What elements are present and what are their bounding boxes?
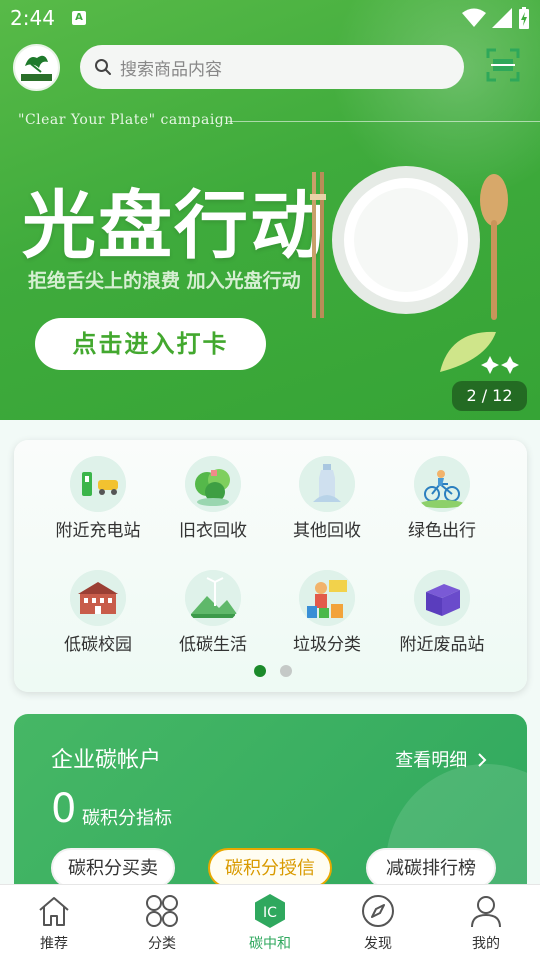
bicycle-icon	[414, 456, 470, 512]
grid-item-charging-station[interactable]: 附近充电站	[41, 440, 155, 541]
grid-item-label: 旧衣回收	[179, 521, 247, 541]
carbon-account-title: 企业碳帐户	[51, 748, 162, 773]
checkin-button[interactable]: 点击进入打卡	[35, 318, 266, 370]
grid-item-label: 其他回收	[293, 521, 361, 541]
search-icon	[95, 59, 111, 75]
carbon-value: 0	[51, 786, 77, 832]
page-dot-active[interactable]	[254, 665, 266, 677]
carbon-trade-button[interactable]: 碳积分买卖	[51, 848, 175, 888]
wind-turbine-icon	[185, 570, 241, 626]
grid-item-waste-station[interactable]: 附近废品站	[385, 554, 499, 655]
carbon-credit-button[interactable]: 碳积分授信	[208, 848, 332, 888]
banner-subtitle: 拒绝舌尖上的浪费 加入光盘行动	[28, 270, 301, 292]
plate-illustration	[310, 166, 519, 374]
battery-icon	[519, 7, 529, 29]
service-grid: 附近充电站 旧衣回收 其他回收 绿色出行 低碳校园 低碳生活 垃圾分类 附近废品…	[14, 440, 527, 692]
nav-item-carbon-neutral[interactable]: IC 碳中和	[216, 885, 324, 960]
nav-item-mine[interactable]: 我的	[432, 885, 540, 960]
banner-pager: 2 / 12	[452, 381, 527, 411]
campaign-label: "Clear Your Plate" campaign	[18, 112, 234, 128]
bottom-navigation: 推荐 分类 IC 碳中和 发现 我的	[0, 884, 540, 960]
nav-label: 推荐	[40, 936, 68, 952]
notification-icon: A	[72, 11, 86, 25]
banner[interactable]: 2:44 A 搜索商品内容 "Clear Your Plate" campaig…	[0, 0, 540, 420]
bottle-recycle-icon	[299, 456, 355, 512]
banner-title: 光盘行动	[22, 183, 326, 269]
grid-item-other-recycle[interactable]: 其他回收	[270, 440, 384, 541]
nav-item-category[interactable]: 分类	[108, 885, 216, 960]
view-details-label: 查看明细	[395, 750, 468, 771]
grid-page-indicator	[254, 665, 292, 677]
nav-item-recommend[interactable]: 推荐	[0, 885, 108, 960]
status-bar: 2:44 A	[0, 0, 540, 36]
wifi-icon	[462, 8, 486, 27]
nav-label: 我的	[472, 936, 500, 952]
grid-item-label: 垃圾分类	[293, 635, 361, 655]
carbon-neutral-icon: IC	[255, 894, 285, 928]
banner-divider	[228, 121, 540, 122]
page-dot[interactable]	[280, 665, 292, 677]
scan-icon[interactable]	[486, 48, 520, 82]
profile-icon	[471, 896, 501, 928]
chevron-right-icon	[478, 753, 487, 767]
charging-station-icon	[70, 456, 126, 512]
grid-item-label: 附近充电站	[55, 521, 141, 541]
nav-label: 分类	[148, 936, 176, 952]
search-bar[interactable]: 搜索商品内容	[80, 45, 464, 89]
grid-item-green-travel[interactable]: 绿色出行	[385, 440, 499, 541]
grid-item-clothes-recycle[interactable]: 旧衣回收	[156, 440, 270, 541]
view-details-link[interactable]: 查看明细	[395, 746, 487, 772]
carbon-ranking-button[interactable]: 减碳排行榜	[366, 848, 496, 888]
category-icon	[146, 895, 178, 927]
nav-label: 碳中和	[249, 936, 291, 952]
grid-item-low-carbon-life[interactable]: 低碳生活	[156, 554, 270, 655]
app-logo[interactable]	[13, 44, 60, 91]
system-icons	[462, 7, 530, 29]
grid-item-label: 附近废品站	[399, 635, 485, 655]
trash-sorting-icon	[299, 570, 355, 626]
compass-icon	[362, 895, 394, 927]
waste-station-icon	[414, 570, 470, 626]
signal-icon	[492, 8, 512, 28]
home-icon	[39, 897, 69, 926]
carbon-unit-label: 碳积分指标	[82, 808, 172, 829]
nav-item-discover[interactable]: 发现	[324, 885, 432, 960]
school-icon	[70, 570, 126, 626]
grid-item-label: 低碳生活	[179, 635, 247, 655]
grid-item-label: 绿色出行	[408, 521, 476, 541]
status-time: 2:44	[10, 6, 55, 30]
grid-item-low-carbon-campus[interactable]: 低碳校园	[41, 554, 155, 655]
clothes-recycle-icon	[185, 456, 241, 512]
nav-label: 发现	[364, 936, 392, 952]
svg-text:IC: IC	[263, 905, 277, 921]
grid-item-trash-sorting[interactable]: 垃圾分类	[270, 554, 384, 655]
search-placeholder: 搜索商品内容	[120, 59, 222, 80]
grid-item-label: 低碳校园	[64, 635, 132, 655]
app-logo-icon	[21, 55, 52, 81]
